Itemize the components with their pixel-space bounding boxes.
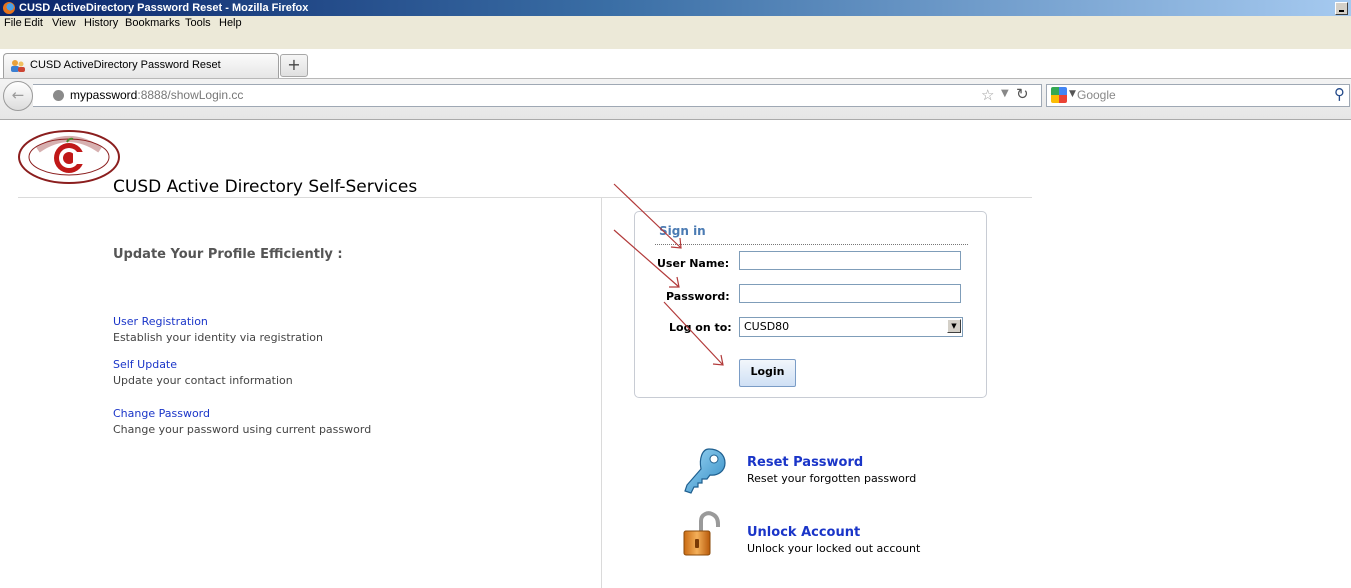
menu-bookmarks[interactable]: Bookmarks	[125, 17, 180, 29]
login-button[interactable]: Login	[739, 359, 796, 387]
url-dropdown-icon[interactable]: ▼	[1001, 88, 1009, 99]
chevron-down-icon[interactable]: ▼	[947, 319, 961, 333]
menu-tools[interactable]: Tools	[185, 17, 211, 29]
column-divider	[601, 197, 602, 588]
globe-icon	[53, 90, 64, 101]
reload-icon[interactable]: ↻	[1016, 85, 1029, 103]
header-divider	[18, 197, 1032, 198]
cusd-logo	[18, 130, 120, 184]
change-password-link[interactable]: Change Password	[113, 407, 210, 420]
self-update-desc: Update your contact information	[113, 374, 293, 387]
signin-separator	[655, 244, 968, 245]
domain-select[interactable]: CUSD80 ▼	[739, 317, 963, 337]
signin-panel	[634, 211, 987, 398]
search-engine-dropdown-icon[interactable]: ▼	[1069, 89, 1076, 99]
url-path: :8888/showLogin.cc	[137, 88, 244, 102]
tab-title: CUSD ActiveDirectory Password Reset	[30, 59, 221, 71]
password-field[interactable]	[739, 284, 961, 303]
menu-help[interactable]: Help	[219, 17, 242, 29]
browser-tab[interactable]: CUSD ActiveDirectory Password Reset	[3, 53, 279, 78]
menu-file[interactable]: File	[4, 17, 22, 29]
back-arrow-icon[interactable]: ←	[3, 81, 33, 111]
user-registration-desc: Establish your identity via registration	[113, 331, 323, 344]
window-title: CUSD ActiveDirectory Password Reset - Mo…	[19, 2, 309, 14]
user-registration-link[interactable]: User Registration	[113, 315, 208, 328]
url-host: mypassword	[70, 88, 138, 102]
logon-label: Log on to:	[669, 321, 732, 334]
search-placeholder: Google	[1077, 88, 1116, 102]
domain-select-value: CUSD80	[744, 320, 790, 333]
new-tab-button[interactable]: +	[280, 54, 308, 77]
favicon-users-icon	[11, 60, 25, 72]
window-titlebar: CUSD ActiveDirectory Password Reset - Mo…	[0, 0, 1351, 16]
bookmark-star-icon[interactable]: ☆	[981, 86, 994, 104]
menu-view[interactable]: View	[52, 17, 76, 29]
username-field[interactable]	[739, 251, 961, 270]
change-password-desc: Change your password using current passw…	[113, 423, 372, 436]
self-update-link[interactable]: Self Update	[113, 358, 177, 371]
url-text[interactable]: mypassword:8888/showLogin.cc	[70, 88, 243, 102]
menubar: File Edit View History Bookmarks Tools H…	[0, 16, 1351, 49]
key-icon	[684, 448, 726, 494]
menu-edit[interactable]: Edit	[24, 17, 43, 29]
padlock-icon	[683, 511, 720, 556]
page-title: CUSD Active Directory Self-Services	[113, 177, 418, 197]
search-icon[interactable]: ⚲	[1334, 85, 1345, 103]
unlock-account-link[interactable]: Unlock Account	[747, 525, 860, 540]
password-label: Password:	[666, 290, 730, 303]
reset-password-desc: Reset your forgotten password	[747, 472, 917, 485]
tagline: Update Your Profile Efficiently :	[113, 247, 343, 262]
google-icon[interactable]	[1051, 87, 1067, 103]
firefox-icon	[3, 2, 15, 14]
signin-title: Sign in	[659, 224, 706, 238]
minimize-button[interactable]	[1335, 2, 1348, 15]
menu-history[interactable]: History	[84, 17, 118, 29]
username-label: User Name:	[657, 257, 730, 270]
reset-password-link[interactable]: Reset Password	[747, 455, 863, 470]
unlock-account-desc: Unlock your locked out account	[747, 542, 921, 555]
